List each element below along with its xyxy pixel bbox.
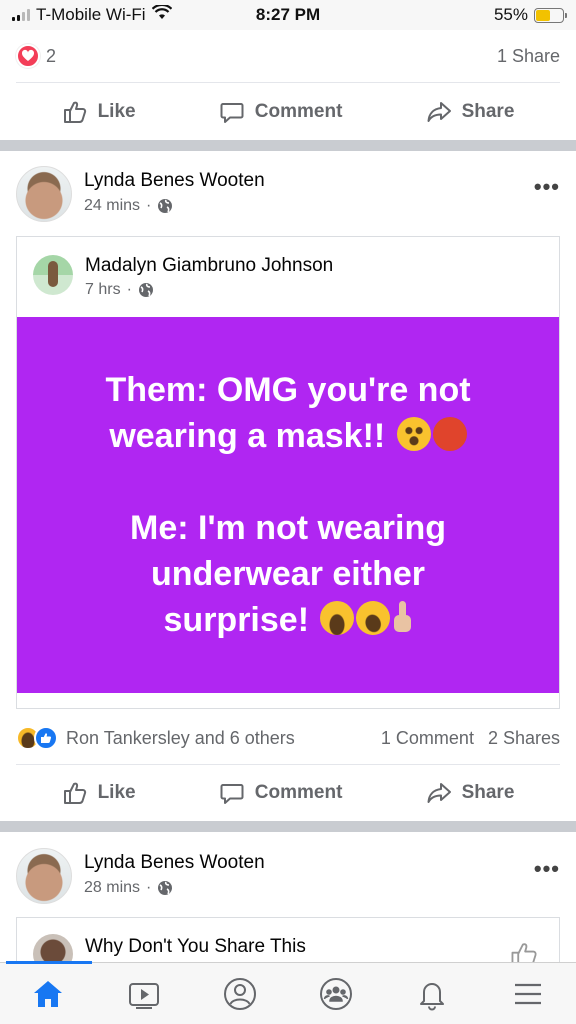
globe-icon	[138, 282, 154, 298]
like-label: Like	[97, 101, 136, 122]
post-text-line-with-emoji: wearing a mask!!	[109, 413, 467, 459]
tab-profile[interactable]	[210, 969, 270, 1019]
share-label: Share	[461, 782, 515, 803]
post-meta: 24 mins ·	[84, 197, 173, 215]
notifications-icon	[420, 982, 444, 1010]
cursing-face-icon	[432, 417, 467, 452]
prev-post-stats: 2 1 Share	[16, 30, 560, 82]
globe-icon	[157, 198, 173, 214]
comment-label: Comment	[254, 782, 343, 803]
home-icon	[34, 980, 62, 1007]
post-text-line-with-emoji: surprise!	[164, 596, 413, 643]
like-button[interactable]: Like	[62, 99, 136, 125]
tab-menu[interactable]	[498, 969, 558, 1019]
shared-post-card[interactable]: Madalyn Giambruno Johnson 7 hrs · Them: …	[16, 236, 560, 709]
shared-post-title[interactable]: Why Don't You Share This	[85, 936, 306, 958]
post-stats: Ron Tankersley and 6 others 1 Comment 2 …	[16, 712, 560, 764]
comment-icon	[220, 784, 244, 804]
tab-watch[interactable]	[114, 969, 174, 1019]
battery-percent: 55%	[493, 5, 528, 24]
post-actions: Like Comment Share	[0, 765, 576, 821]
reactions-summary[interactable]: Ron Tankersley and 6 others	[66, 728, 295, 749]
share-icon	[427, 102, 451, 122]
squinting-laugh-icon	[320, 601, 355, 636]
shares-count[interactable]: 2 Shares	[488, 728, 560, 749]
hushed-face-icon	[396, 417, 431, 452]
reactions-count[interactable]: 2	[46, 46, 56, 67]
watch-icon	[129, 982, 159, 1009]
post-meta: 28 mins ·	[84, 879, 173, 897]
profile-icon	[224, 977, 256, 1010]
battery-icon	[534, 7, 567, 23]
comment-button[interactable]: Comment	[219, 99, 343, 125]
comments-count[interactable]: 1 Comment	[381, 728, 474, 749]
post-header: Lynda Benes Wooten 24 mins · •••	[16, 166, 560, 226]
post-text-line: Me: I'm not wearing	[130, 509, 446, 547]
post-text-line: Them: OMG you're not	[105, 371, 471, 409]
shares-count[interactable]: 1 Share	[497, 46, 560, 67]
status-text-panel[interactable]: Them: OMG you're not wearing a mask!! Me…	[17, 317, 559, 693]
post-time[interactable]: 28 mins	[84, 879, 140, 897]
finger-emoji-icon	[392, 601, 412, 635]
share-button[interactable]: Share	[426, 99, 515, 125]
more-options-icon[interactable]: •••	[534, 856, 560, 882]
comment-button[interactable]: Comment	[219, 780, 343, 806]
reaction-icons[interactable]	[16, 726, 58, 750]
comment-label: Comment	[254, 101, 343, 122]
post-header: Lynda Benes Wooten 28 mins · •••	[16, 848, 560, 908]
status-bar: T-Mobile Wi-Fi 8:27 PM 55%	[0, 0, 576, 30]
menu-icon	[515, 983, 541, 1004]
divider	[16, 82, 560, 83]
post-actions: Like Comment Share	[0, 84, 576, 140]
more-options-icon[interactable]: •••	[534, 174, 560, 200]
author-name[interactable]: Lynda Benes Wooten	[84, 852, 265, 874]
globe-icon	[157, 880, 173, 896]
post-text-line: underwear either	[151, 555, 425, 593]
like-icon	[63, 101, 86, 123]
like-reaction-icon	[34, 726, 58, 750]
groups-icon	[320, 977, 352, 1010]
author-name[interactable]: Lynda Benes Wooten	[84, 170, 265, 192]
like-label: Like	[97, 782, 136, 803]
shared-author-name[interactable]: Madalyn Giambruno Johnson	[85, 255, 333, 277]
avatar[interactable]	[16, 166, 72, 222]
share-icon	[427, 783, 451, 803]
active-tab-indicator	[6, 961, 92, 964]
love-reaction-icon[interactable]	[16, 44, 40, 68]
tab-home[interactable]	[18, 969, 78, 1019]
rofl-icon	[351, 596, 396, 640]
avatar[interactable]	[16, 848, 72, 904]
like-button[interactable]: Like	[62, 780, 136, 806]
share-label: Share	[461, 101, 515, 122]
feed-separator	[0, 140, 576, 151]
comment-icon	[220, 103, 244, 123]
share-button[interactable]: Share	[426, 780, 515, 806]
feed-separator	[0, 821, 576, 832]
post-time[interactable]: 24 mins	[84, 197, 140, 215]
clock: 8:27 PM	[255, 5, 321, 24]
avatar[interactable]	[33, 255, 73, 295]
shared-post-meta: 7 hrs ·	[85, 281, 154, 299]
bottom-tab-bar	[0, 961, 576, 1024]
tab-groups[interactable]	[306, 969, 366, 1019]
shared-post-time[interactable]: 7 hrs	[85, 281, 121, 299]
tab-notifications[interactable]	[402, 969, 462, 1019]
like-icon	[63, 782, 86, 804]
